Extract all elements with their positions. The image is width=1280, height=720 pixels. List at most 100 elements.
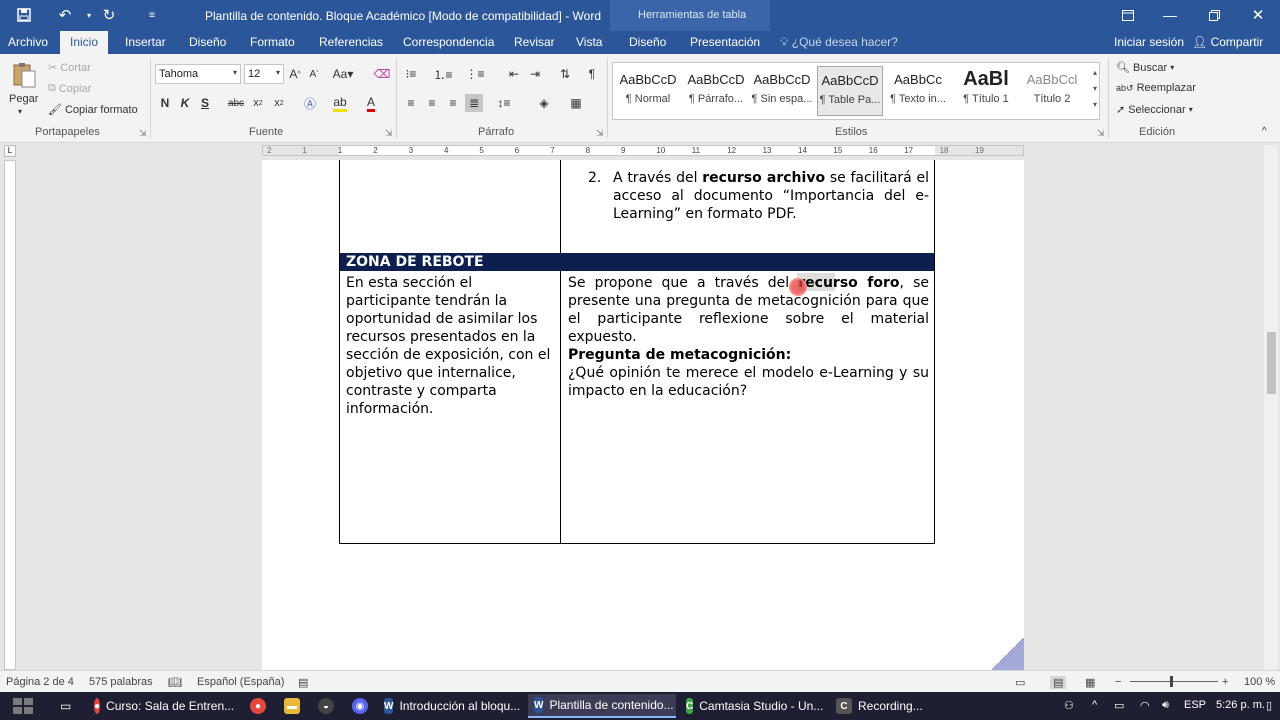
zoom-level[interactable]: 100 % [1244,676,1275,688]
font-launcher-icon[interactable]: ⇲ [385,128,393,139]
redo-icon[interactable]: ↻ [97,5,121,25]
macro-recording-icon[interactable]: ▤ [298,676,308,689]
taskbar-word-introduccion[interactable]: W Introducción al bloqu... [378,694,526,718]
zoom-out-icon[interactable]: − [1115,676,1121,688]
select-button[interactable]: ➚ Seleccionar ▾ [1116,103,1193,117]
tab-selector[interactable]: L [4,145,16,157]
style-normal[interactable]: AaBbCcD ¶ Normal [615,66,681,116]
battery-icon[interactable]: ▭ [1114,699,1124,712]
sign-in-link[interactable]: Iniciar sesión [1114,35,1184,49]
style-table-paragraph[interactable]: AaBbCcD ¶ Table Pa... [817,66,883,116]
multilevel-list-icon[interactable]: ⋮≡ [466,65,485,83]
start-icon[interactable] [6,694,40,718]
text-effects-icon[interactable]: Ⓐ [301,94,319,112]
superscript-icon[interactable]: x2 [270,94,288,112]
replace-button[interactable]: ab↺ Reemplazar [1116,82,1196,94]
people-icon[interactable]: ⚇ [1064,699,1074,712]
tab-table-layout[interactable]: Presentación [690,31,760,54]
tab-archivo[interactable]: Archivo [8,31,48,54]
underline-icon[interactable]: S [196,94,214,112]
font-color-icon[interactable]: A [362,94,380,112]
list-item-text[interactable]: A través del recurso archivo se facilita… [613,169,929,223]
clipboard-launcher-icon[interactable]: ⇲ [139,128,147,139]
paste-dropdown-icon[interactable]: ▾ [18,107,22,116]
tab-correspondencia[interactable]: Correspondencia [403,31,494,54]
style-sin-espaciado[interactable]: AaBbCcD ¶ Sin espa... [749,66,815,116]
notifications-icon[interactable]: ▯ [1266,699,1272,712]
input-language[interactable]: ESP [1184,699,1206,711]
align-center-icon[interactable]: ≡ [423,94,441,112]
decrease-indent-icon[interactable]: ⇤ [505,65,523,83]
font-name-combo[interactable]: Tahoma ▾ [155,64,241,84]
tell-me-box[interactable]: 💡︎ ¿Qué desea hacer? [780,35,898,50]
font-size-combo[interactable]: 12 ▾ [244,64,284,84]
cut-button[interactable]: ✂ Cortar [48,61,91,75]
chrome-icon[interactable]: ● [244,694,272,718]
right-cell-text[interactable]: Se propone que a través del recurso foro… [568,274,929,346]
increase-indent-icon[interactable]: ⇥ [526,65,544,83]
share-button[interactable]: 👤︎ Compartir [1192,35,1263,49]
show-marks-icon[interactable]: ¶ [583,65,601,83]
vertical-ruler[interactable] [4,160,16,670]
tab-table-design[interactable]: Diseño [629,31,666,54]
photos-icon[interactable]: ◒ [312,694,340,718]
shading-icon[interactable]: ◈ [535,94,553,112]
grow-font-icon[interactable]: A ^ [286,65,304,83]
justify-icon[interactable]: ≣ [465,94,483,112]
clear-formatting-icon[interactable]: ⌫ [373,65,391,83]
tab-revisar[interactable]: Revisar [514,31,555,54]
shrink-font-icon[interactable]: Aˇ [305,65,323,83]
file-explorer-icon[interactable]: ▬ [278,694,306,718]
collapse-ribbon-icon[interactable]: ^ [1262,126,1267,137]
taskbar-chrome-course[interactable]: ● Curso: Sala de Entren... [88,694,238,718]
save-icon[interactable] [12,5,36,25]
discord-icon[interactable]: ◉ [346,694,374,718]
find-button[interactable]: 🔍︎ Buscar ▾ [1116,61,1174,75]
italic-icon[interactable]: K [176,94,194,112]
volume-icon[interactable]: 🔊︎ [1162,699,1169,712]
horizontal-ruler[interactable]: 2 1 1 2 3 4 5 6 7 8 9 10 11 12 13 14 15 16 17 18 19 [262,145,1024,156]
format-painter-button[interactable]: 🖌︎ Copiar formato [48,103,138,117]
tab-diseno[interactable]: Diseño [189,31,226,54]
word-count[interactable]: 575 palabras [89,676,153,688]
task-view-icon[interactable]: ▭ [54,694,77,718]
question-text[interactable]: ¿Qué opinión te merece el modelo e-Learn… [568,364,929,400]
customize-qat-icon[interactable]: ≡ [140,5,164,25]
paste-button[interactable]: Pegar [9,93,38,105]
align-right-icon[interactable]: ≡ [444,94,462,112]
change-case-icon[interactable]: Aa▾ [333,65,354,83]
left-cell-text[interactable]: En esta sección el participante tendrán … [346,274,556,418]
styles-launcher-icon[interactable]: ⇲ [1097,128,1105,139]
line-spacing-icon[interactable]: ↕≡ [495,94,513,112]
minimize-icon[interactable]: — [1150,4,1190,26]
sort-icon[interactable]: ⇅ [556,65,574,83]
web-layout-icon[interactable]: ▦ [1085,676,1095,689]
wifi-icon[interactable]: ◠ [1140,699,1150,712]
style-parrafo[interactable]: AaBbCcD ¶ Párrafo... [683,66,749,116]
numbering-icon[interactable]: ⒈≡ [434,65,453,83]
print-layout-icon[interactable]: ▤ [1050,676,1067,689]
read-mode-icon[interactable]: ▭ [1015,676,1025,689]
paste-icon[interactable] [10,60,38,90]
style-titulo-2[interactable]: AaBbCcl Título 2 [1019,66,1085,116]
copy-button[interactable]: ⧉ Copiar [48,82,91,95]
vertical-scrollbar[interactable] [1264,145,1278,670]
show-hidden-icons-icon[interactable]: ^ [1092,699,1097,711]
zoom-in-icon[interactable]: + [1222,676,1228,688]
undo-icon[interactable]: ↶ [53,5,77,25]
zoom-slider-thumb[interactable] [1170,676,1173,687]
language-status[interactable]: Español (España) [197,676,284,688]
clock[interactable]: 5:26 p. m. [1216,699,1265,711]
tab-vista[interactable]: Vista [576,31,602,54]
gallery-scroll-icon[interactable]: ▴ ▾ ▾ [1093,65,1097,113]
borders-icon[interactable]: ▦ [567,94,585,112]
bullets-icon[interactable]: ⁝≡ [402,65,420,83]
highlight-icon[interactable]: ab [331,94,349,112]
tab-inicio[interactable]: Inicio [60,31,108,54]
zoom-slider[interactable] [1130,681,1218,682]
taskbar-word-plantilla[interactable]: W Plantilla de contenido... [528,694,676,718]
taskbar-recording[interactable]: C Recording... [830,694,970,718]
subscript-icon[interactable]: x2 [249,94,267,112]
restore-icon[interactable] [1194,4,1234,26]
strikethrough-icon[interactable]: abc [227,94,245,112]
